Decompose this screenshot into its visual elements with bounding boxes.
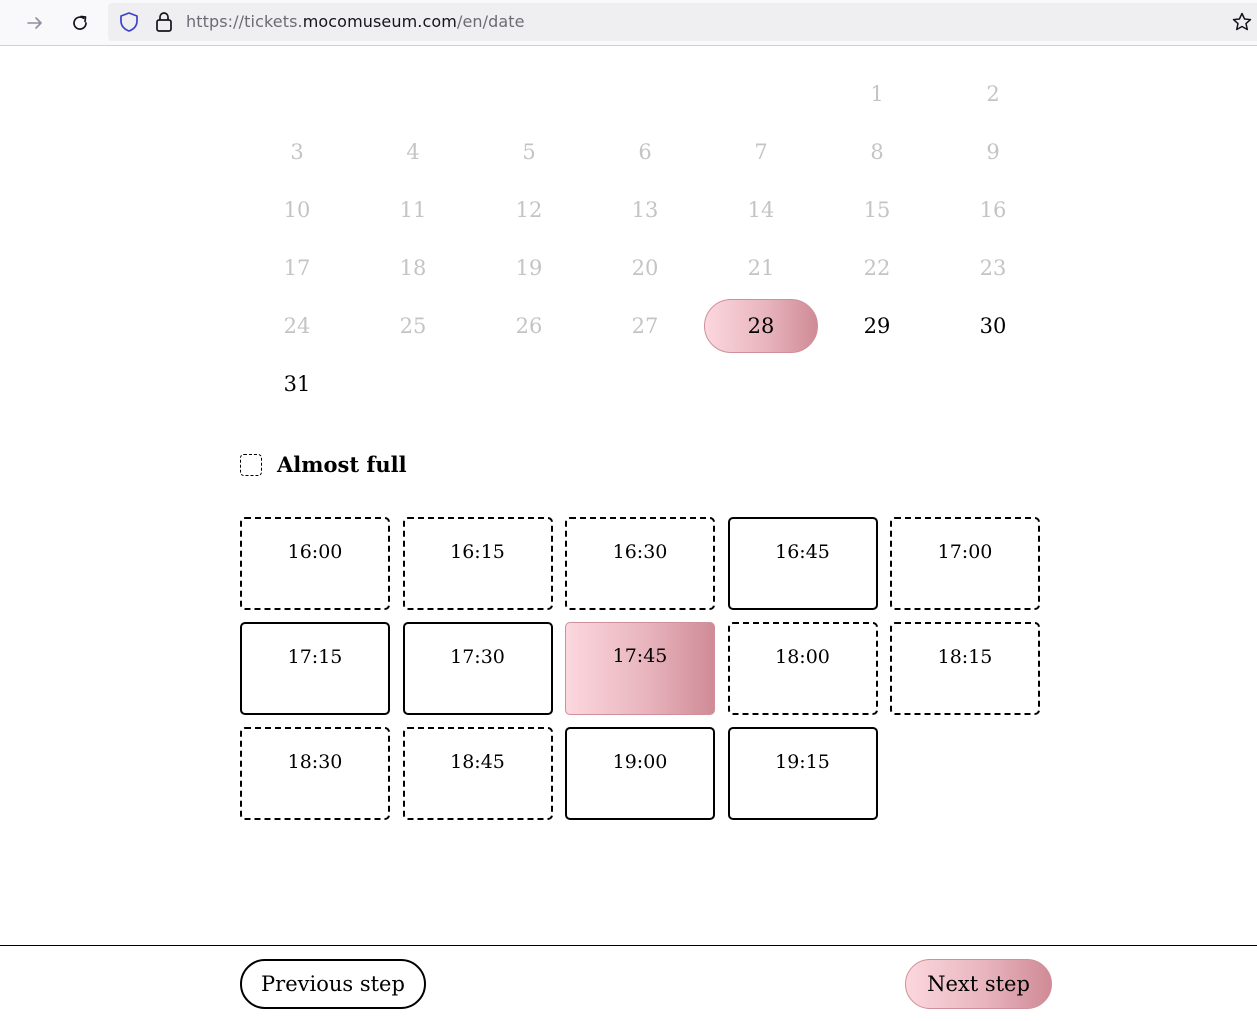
- time-slot-button[interactable]: 17:00: [890, 517, 1040, 610]
- time-slot-button[interactable]: 17:30: [402, 622, 553, 715]
- calendar-day: 26: [515, 314, 543, 338]
- calendar-day[interactable]: 30: [936, 299, 1050, 353]
- time-slot-button[interactable]: 16:30: [565, 517, 715, 610]
- calendar-day: 11: [399, 198, 427, 222]
- calendar-day: 22: [863, 256, 891, 280]
- calendar-day: 20: [631, 256, 659, 280]
- calendar-day: 15: [863, 198, 891, 222]
- time-slot-button[interactable]: 19:15: [727, 727, 878, 820]
- time-slot-button[interactable]: 18:15: [890, 622, 1040, 715]
- calendar-day: 1: [870, 82, 884, 106]
- calendar-day: 19: [515, 256, 543, 280]
- calendar-day: 9: [986, 140, 1000, 164]
- legend-label: Almost full: [277, 452, 407, 477]
- calendar-day[interactable]: 31: [240, 357, 354, 411]
- calendar-day: 16: [979, 198, 1007, 222]
- calendar-day[interactable]: 28: [704, 299, 818, 353]
- shield-icon[interactable]: [118, 11, 140, 37]
- calendar-day: 5: [522, 140, 536, 164]
- almost-full-swatch: [240, 453, 262, 476]
- lock-icon[interactable]: [154, 11, 174, 37]
- calendar-day: 3: [290, 140, 304, 164]
- time-slot-button[interactable]: 17:15: [240, 622, 390, 715]
- legend: Almost full: [240, 452, 407, 477]
- calendar-day: 24: [283, 314, 311, 338]
- calendar-week: 10 11 12 13 14 15 16: [240, 181, 1052, 239]
- footer-divider: [0, 945, 1257, 946]
- forward-icon[interactable]: [20, 8, 50, 38]
- calendar-day: 10: [283, 198, 311, 222]
- calendar-week: 24 25 26 27 28 29 30: [240, 297, 1052, 355]
- browser-toolbar: https://tickets.mocomuseum.com/en/date: [0, 0, 1257, 46]
- time-slot-button[interactable]: 16:00: [240, 517, 390, 610]
- url-path: /en/date: [456, 12, 525, 31]
- calendar-day: 27: [631, 314, 659, 338]
- time-slot-button[interactable]: 16:15: [402, 517, 553, 610]
- calendar-day: 18: [399, 256, 427, 280]
- time-slot-button[interactable]: 19:00: [565, 727, 715, 820]
- calendar-day: 13: [631, 198, 659, 222]
- time-slot-button[interactable]: 18:30: [240, 727, 390, 820]
- calendar-day[interactable]: 29: [820, 299, 934, 353]
- calendar-day: 14: [747, 198, 775, 222]
- next-step-button[interactable]: Next step: [905, 959, 1052, 1009]
- calendar-day: 6: [638, 140, 652, 164]
- time-slot-button[interactable]: 18:45: [402, 727, 553, 820]
- calendar-week: 31: [240, 355, 1052, 413]
- url-text[interactable]: https://tickets.mocomuseum.com/en/date: [186, 12, 525, 31]
- calendar-day: 2: [986, 82, 1000, 106]
- time-slot-button[interactable]: 18:00: [727, 622, 878, 715]
- calendar-week: 12: [240, 65, 1052, 123]
- calendar-week: 17 18 19 20 21 22 23: [240, 239, 1052, 297]
- calendar-day: 21: [747, 256, 775, 280]
- url-prefix: https://tickets.: [186, 12, 303, 31]
- calendar-day: 8: [870, 140, 884, 164]
- date-calendar: 1 2 3 4 5 6 7 8 9 10 11 12 13 14 15 16 17 18 19 20 21 22 23 24 2…: [240, 65, 1052, 413]
- calendar-day: 23: [979, 256, 1007, 280]
- calendar-day: 17: [283, 256, 311, 280]
- calendar-week: 3 4 5 6 7 8 9: [240, 123, 1052, 181]
- url-bar[interactable]: https://tickets.mocomuseum.com/en/date: [108, 3, 1257, 41]
- reload-icon[interactable]: [65, 8, 95, 38]
- time-slot-button[interactable]: 17:45: [565, 622, 715, 715]
- previous-step-button[interactable]: Previous step: [240, 959, 426, 1009]
- calendar-day: 25: [399, 314, 427, 338]
- calendar-day: 7: [754, 140, 768, 164]
- calendar-day: 4: [406, 140, 420, 164]
- calendar-day: 12: [515, 198, 543, 222]
- bookmark-star-icon[interactable]: [1231, 11, 1253, 37]
- time-slot-button[interactable]: 16:45: [727, 517, 878, 610]
- url-domain: mocomuseum.com: [302, 12, 457, 31]
